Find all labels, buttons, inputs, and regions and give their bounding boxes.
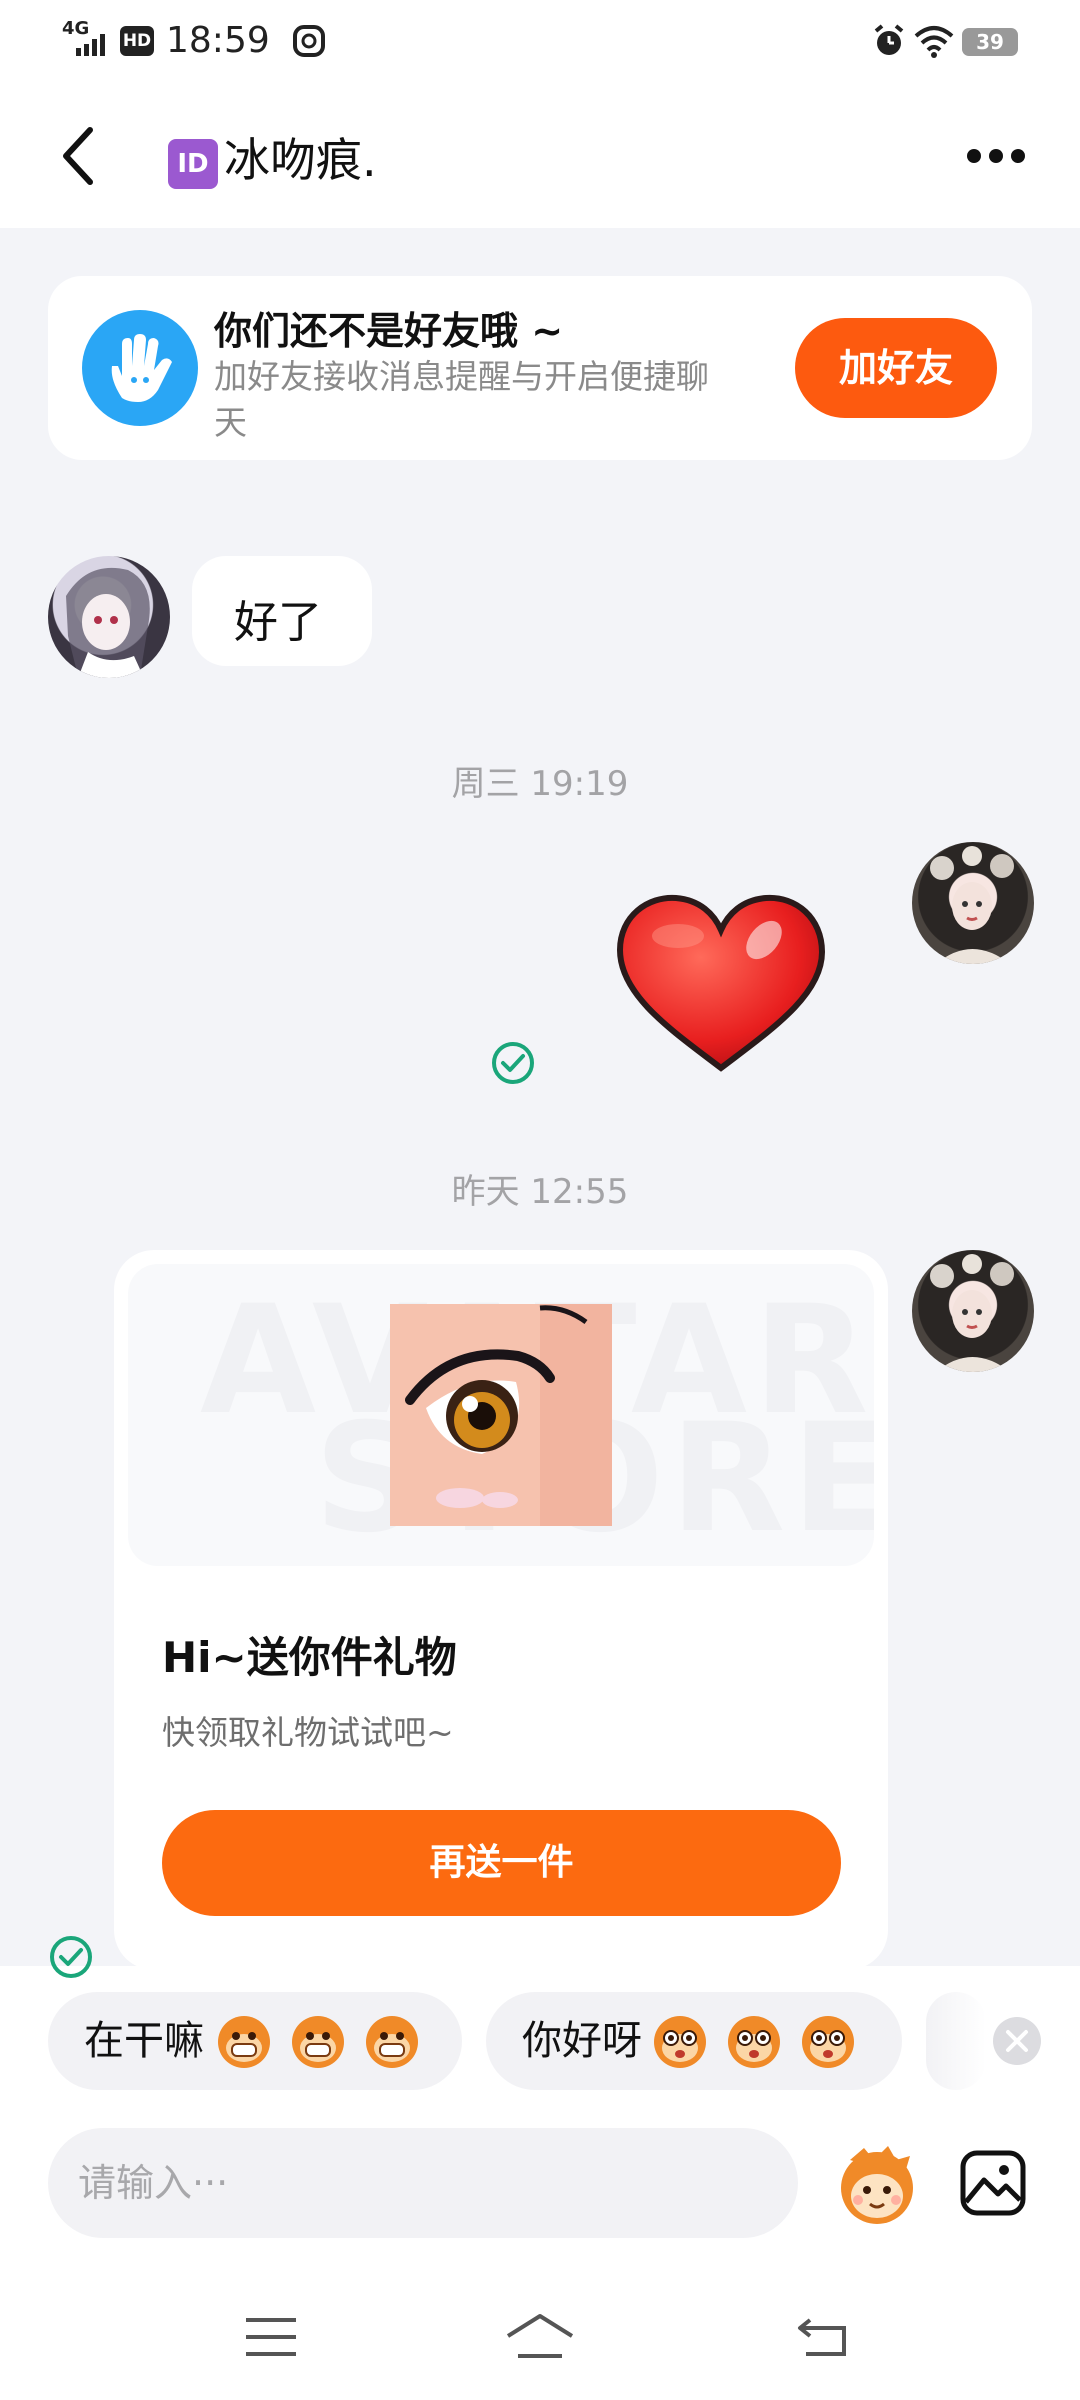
signal-icon: [76, 34, 105, 56]
image-picker-icon[interactable]: [960, 2150, 1026, 2216]
home-nav-icon[interactable]: [504, 2312, 576, 2360]
message-bubble-incoming[interactable]: 好了: [192, 556, 372, 666]
heart-sticker[interactable]: [614, 892, 828, 1074]
alarm-icon: [874, 24, 904, 55]
chat-header: ID 冰吻痕.: [0, 86, 1080, 228]
status-bar: 4G HD 18:59 39: [0, 0, 1080, 86]
contact-avatar[interactable]: [48, 556, 170, 678]
sent-check-icon: [492, 1042, 534, 1084]
menu-nav-icon[interactable]: [244, 2316, 298, 2358]
message-text: 好了: [234, 597, 322, 648]
message-input[interactable]: 请输入···: [48, 2128, 798, 2238]
battery-level: 39: [976, 30, 1004, 54]
banner-title: 你们还不是好友哦 ~: [214, 309, 564, 353]
timestamp: 昨天 12:55: [451, 1172, 629, 1212]
quick-reply-chip-partial[interactable]: [926, 1992, 986, 2090]
wave-hand-icon: [82, 310, 198, 426]
battery-icon: 39: [962, 28, 1018, 56]
banner-desc-line-2: 天: [214, 403, 247, 442]
my-avatar[interactable]: [912, 1250, 1034, 1372]
more-options-icon[interactable]: [966, 144, 1026, 168]
quick-reply-chip[interactable]: 在干嘛: [48, 1992, 462, 2090]
hd-icon: HD: [120, 26, 154, 56]
contact-avatar-image-icon: [66, 567, 150, 678]
my-avatar-image-icon: [930, 846, 1014, 964]
back-nav-icon[interactable]: [796, 2312, 852, 2360]
gift-eye-image: [390, 1304, 612, 1526]
notification-app-icon: [293, 25, 325, 57]
gift-title: Hi~送你件礼物: [162, 1633, 457, 1682]
add-friend-button[interactable]: 加好友: [795, 318, 997, 418]
chat-title: ID 冰吻痕.: [168, 124, 377, 190]
monkey-sticker-icon[interactable]: [832, 2142, 922, 2228]
monkey-emoji-icon: [218, 2016, 418, 2068]
quick-reply-chip[interactable]: 你好呀: [486, 1992, 902, 2090]
contact-name: 冰吻痕.: [224, 133, 377, 187]
timestamp: 周三 19:19: [451, 764, 629, 804]
sent-check-icon: [50, 1936, 92, 1978]
resend-gift-button[interactable]: 再送一件: [162, 1810, 841, 1916]
my-avatar[interactable]: [912, 842, 1034, 964]
close-quick-replies-icon[interactable]: [992, 2016, 1042, 2066]
gift-subtitle: 快领取礼物试试吧~: [162, 1713, 454, 1752]
back-arrow-icon[interactable]: [58, 126, 98, 186]
wifi-icon: [914, 26, 954, 58]
banner-description: 加好友接收消息提醒与开启便捷聊 天: [214, 354, 774, 446]
id-badge-icon: ID: [168, 138, 218, 189]
monkey-emoji-icon: [654, 2016, 854, 2068]
banner-desc-line-1: 加好友接收消息提醒与开启便捷聊: [214, 357, 709, 396]
quick-reply-label: 在干嘛: [84, 2018, 204, 2064]
quick-reply-label: 你好呀: [522, 2018, 642, 2064]
clock: 18:59: [166, 20, 270, 61]
my-avatar-image-icon: [930, 1254, 1014, 1372]
